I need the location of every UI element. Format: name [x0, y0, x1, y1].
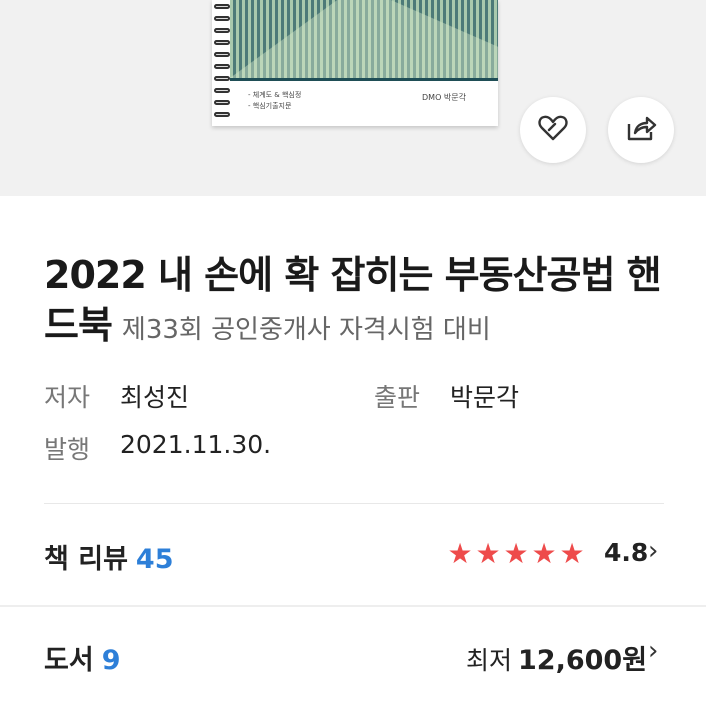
- review-label-text: 책 리뷰: [44, 544, 128, 575]
- cover-text-line: - 체계도 & 핵심정: [248, 91, 302, 99]
- star-rating: ★ ★ ★ ★ ★: [446, 540, 586, 568]
- share-icon: [625, 114, 657, 146]
- star-icon: ★: [531, 537, 557, 570]
- chevron-right-icon: ›: [648, 636, 659, 666]
- chevron-right-icon: ›: [648, 536, 659, 566]
- cover-text-line: - 핵심기출지문: [248, 102, 292, 110]
- spiral-binding: [212, 0, 232, 126]
- heart-icon: [538, 114, 568, 146]
- books-label: 도서 9: [44, 638, 120, 677]
- publish-date: 2021.11.30.: [120, 430, 272, 459]
- price-amount: 12,600원: [518, 645, 648, 676]
- book-cover-image[interactable]: - 체계도 & 핵심정 - 핵심기출지문 DMO 박문각: [212, 0, 498, 126]
- star-icon: ★: [559, 537, 585, 570]
- cover-artwork: [230, 0, 498, 78]
- author-label: 저자: [44, 383, 91, 412]
- books-count: 9: [101, 645, 121, 676]
- review-label: 책 리뷰 45: [44, 537, 174, 576]
- date-label: 발행: [44, 435, 91, 464]
- cover-publisher: DMO 박문각: [422, 93, 466, 102]
- rating-value: 4.8: [604, 538, 649, 567]
- publisher-label: 출판: [374, 383, 421, 412]
- divider: [44, 503, 664, 504]
- star-icon: ★: [475, 537, 501, 570]
- price-prefix: 최저: [466, 646, 513, 675]
- star-icon: ★: [503, 537, 529, 570]
- review-count: 45: [135, 544, 174, 575]
- lowest-price: 최저 12,600원: [466, 638, 647, 677]
- author-name[interactable]: 최성진: [120, 378, 189, 414]
- books-label-text: 도서: [44, 645, 94, 676]
- book-subtitle: 제33회 공인중개사 자격시험 대비: [121, 315, 491, 345]
- book-image-area: - 체계도 & 핵심정 - 핵심기출지문 DMO 박문각: [0, 0, 706, 196]
- section-divider: [0, 605, 706, 607]
- book-title: 2022 내 손에 확 잡히는 부동산공법 핸드북 제33회 공인중개사 자격시험…: [44, 250, 684, 355]
- share-button[interactable]: [608, 97, 674, 163]
- publisher-name[interactable]: 박문각: [450, 378, 519, 414]
- star-icon: ★: [447, 537, 473, 570]
- like-button[interactable]: [520, 97, 586, 163]
